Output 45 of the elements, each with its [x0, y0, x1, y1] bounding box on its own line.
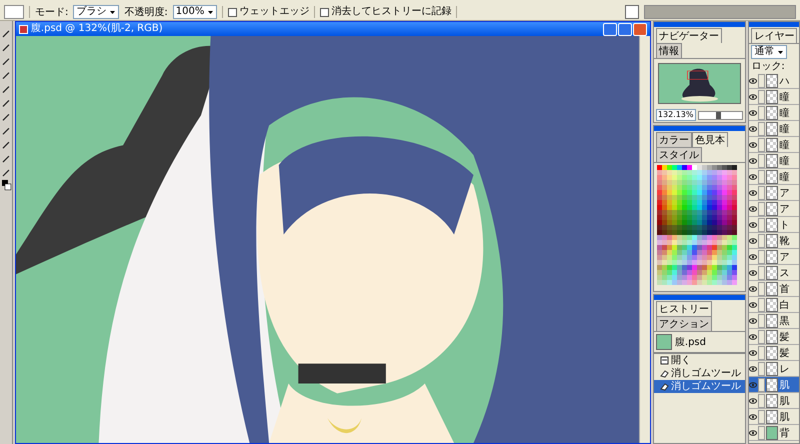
layer-row[interactable]: 背 [749, 425, 799, 441]
mode-dropdown[interactable]: ブラシ [73, 5, 120, 19]
history-item[interactable]: 消しゴムツール [654, 367, 746, 380]
zoom-field[interactable]: 132.13% [656, 109, 696, 121]
checkbox-label: 消去してヒストリーに記録 [331, 6, 452, 18]
layer-row[interactable]: ハ [749, 73, 799, 89]
window-title: 腹.psd @ 132%(肌-2, RGB) [30, 23, 163, 35]
layer-row[interactable]: ス [749, 265, 799, 281]
layer-row[interactable]: 瞳 [749, 89, 799, 105]
panel-tab[interactable]: ナビゲーター [656, 28, 722, 43]
panel-tab[interactable]: アクション [656, 316, 712, 331]
layer-row[interactable]: 肌 [749, 377, 799, 393]
layer-row[interactable]: 瞳 [749, 169, 799, 185]
layer-row[interactable]: 髪 [749, 329, 799, 345]
snapshot-label[interactable]: 腹.psd [674, 335, 706, 349]
opacity-field[interactable]: 100% [172, 5, 218, 19]
history-item[interactable]: 開く [654, 354, 746, 367]
panel-tab[interactable]: ヒストリー [656, 301, 712, 316]
layer-row[interactable]: 肌 [749, 393, 799, 409]
layer-row[interactable]: 靴 [749, 233, 799, 249]
layer-row[interactable]: 白 [749, 297, 799, 313]
mode-label: モード: [35, 6, 68, 19]
layer-row[interactable]: ア [749, 201, 799, 217]
layer-row[interactable]: 瞳 [749, 105, 799, 121]
panel-tab[interactable]: カラー [656, 132, 692, 147]
opacity-label: 不透明度: [124, 6, 168, 19]
layer-row[interactable]: 瞳 [749, 121, 799, 137]
checkbox-label: ウェットエッジ [239, 6, 310, 18]
history-item[interactable]: 消しゴムツール [654, 380, 746, 393]
layer-row[interactable]: 首 [749, 281, 799, 297]
layer-row[interactable]: 瞳 [749, 153, 799, 169]
layer-row[interactable]: 黒 [749, 313, 799, 329]
layer-row[interactable]: 髪 [749, 345, 799, 361]
panel-tab[interactable]: 情報 [656, 43, 682, 58]
layer-row[interactable]: ト [749, 217, 799, 233]
layer-row[interactable]: 肌 [749, 409, 799, 425]
layer-row[interactable]: 瞳 [749, 137, 799, 153]
lock-label: ロック: [750, 60, 786, 73]
layer-row[interactable]: レ [749, 361, 799, 377]
panel-tab[interactable]: レイヤー [751, 28, 798, 43]
panel-tab[interactable]: スタイル [656, 147, 702, 162]
layer-row[interactable]: ア [749, 185, 799, 201]
panel-tab[interactable]: 色見本 [692, 132, 728, 147]
blend-mode-dropdown[interactable]: 通常 [751, 45, 788, 59]
layer-row[interactable]: ア [749, 249, 799, 265]
